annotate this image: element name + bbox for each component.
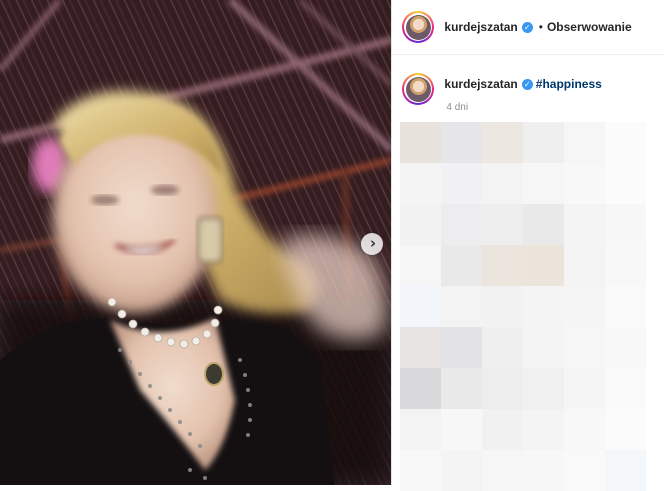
next-photo-button[interactable]: › xyxy=(361,233,383,255)
chevron-right-icon: › xyxy=(369,233,377,252)
pixelated-cell xyxy=(441,122,483,163)
pixelated-row xyxy=(400,409,656,450)
pixelated-cell xyxy=(482,204,524,245)
avatar-image xyxy=(405,14,431,40)
selfie-image xyxy=(0,0,392,485)
pixelated-cell xyxy=(523,286,565,327)
caption-avatar-ring xyxy=(404,75,433,103)
caption-username[interactable]: kurdejszatan xyxy=(444,77,517,91)
pixelated-cell xyxy=(482,409,524,450)
pixelated-cell xyxy=(564,286,606,327)
post-caption: kurdejszatan ✓ #happiness xyxy=(392,55,664,105)
pixelated-cell xyxy=(605,409,647,450)
separator-dot: • xyxy=(538,20,543,34)
pixelated-cell xyxy=(605,245,647,286)
pixelated-row xyxy=(400,163,656,204)
pixelated-cell xyxy=(482,327,524,368)
pixelated-cell xyxy=(441,245,483,286)
pixelated-cell xyxy=(400,163,442,204)
pixelated-cell xyxy=(523,368,565,409)
pixelated-cell xyxy=(523,122,565,163)
pixelated-cell xyxy=(564,163,606,204)
following-button[interactable]: Obserwowanie xyxy=(547,20,632,34)
pixelated-row xyxy=(400,122,656,163)
pixelated-cell xyxy=(523,204,565,245)
caption-avatar-image xyxy=(405,76,431,102)
instagram-post: › kurdejszatan ✓ • Obserwowanie kurdejsz… xyxy=(0,0,664,491)
pixelated-cell xyxy=(441,327,483,368)
pixelated-cell xyxy=(564,122,606,163)
pixelated-cell xyxy=(523,327,565,368)
header-username[interactable]: kurdejszatan xyxy=(444,20,517,34)
pixelated-cell xyxy=(523,409,565,450)
avatar-ring xyxy=(404,13,433,41)
pixelated-cell xyxy=(400,122,442,163)
pixelated-cell xyxy=(441,204,483,245)
pixelated-cell xyxy=(400,204,442,245)
pixelated-row xyxy=(400,286,656,327)
pixelated-cell xyxy=(523,163,565,204)
pixelated-cell xyxy=(564,204,606,245)
pixelated-cell xyxy=(605,163,647,204)
caption-avatar[interactable] xyxy=(402,73,435,105)
pixelated-cell xyxy=(605,368,647,409)
avatar[interactable] xyxy=(402,11,435,43)
pixelated-cell xyxy=(482,245,524,286)
pixelated-cell xyxy=(564,245,606,286)
pixelated-cell xyxy=(441,409,483,450)
pixelated-cell xyxy=(564,409,606,450)
pixelated-cell xyxy=(605,122,647,163)
verified-badge-icon: ✓ xyxy=(521,21,533,33)
pixelated-cell xyxy=(400,245,442,286)
pixelated-cell xyxy=(564,368,606,409)
pixelated-row xyxy=(400,204,656,245)
pixelated-cell xyxy=(400,286,442,327)
caption-text-block: kurdejszatan ✓ #happiness xyxy=(444,77,601,105)
pixelated-comments xyxy=(400,122,656,491)
pixelated-cell xyxy=(605,204,647,245)
pixelated-cell xyxy=(441,368,483,409)
pixelated-row xyxy=(400,245,656,286)
pixelated-row xyxy=(400,327,656,368)
pixelated-cell xyxy=(441,163,483,204)
pixelated-cell xyxy=(605,286,647,327)
pixelated-cell xyxy=(400,409,442,450)
post-side-panel: kurdejszatan ✓ • Obserwowanie kurdejszat… xyxy=(391,0,664,491)
pixelated-cell xyxy=(400,368,442,409)
pixelated-cell xyxy=(605,327,647,368)
caption-verified-badge-icon: ✓ xyxy=(521,79,533,90)
pixelated-cell xyxy=(441,286,483,327)
post-photo[interactable]: › xyxy=(0,0,392,485)
pixelated-row xyxy=(400,368,656,409)
pixelated-cell xyxy=(482,122,524,163)
pixelated-cell xyxy=(482,163,524,204)
post-header: kurdejszatan ✓ • Obserwowanie xyxy=(392,0,664,55)
pixelated-cell xyxy=(482,286,524,327)
caption-hashtag[interactable]: #happiness xyxy=(536,77,602,91)
pixelated-cell xyxy=(400,327,442,368)
pixelated-cell xyxy=(523,245,565,286)
pixelated-cell xyxy=(482,368,524,409)
post-timestamp[interactable]: 4 dni xyxy=(446,102,468,113)
pixelated-cell xyxy=(564,327,606,368)
